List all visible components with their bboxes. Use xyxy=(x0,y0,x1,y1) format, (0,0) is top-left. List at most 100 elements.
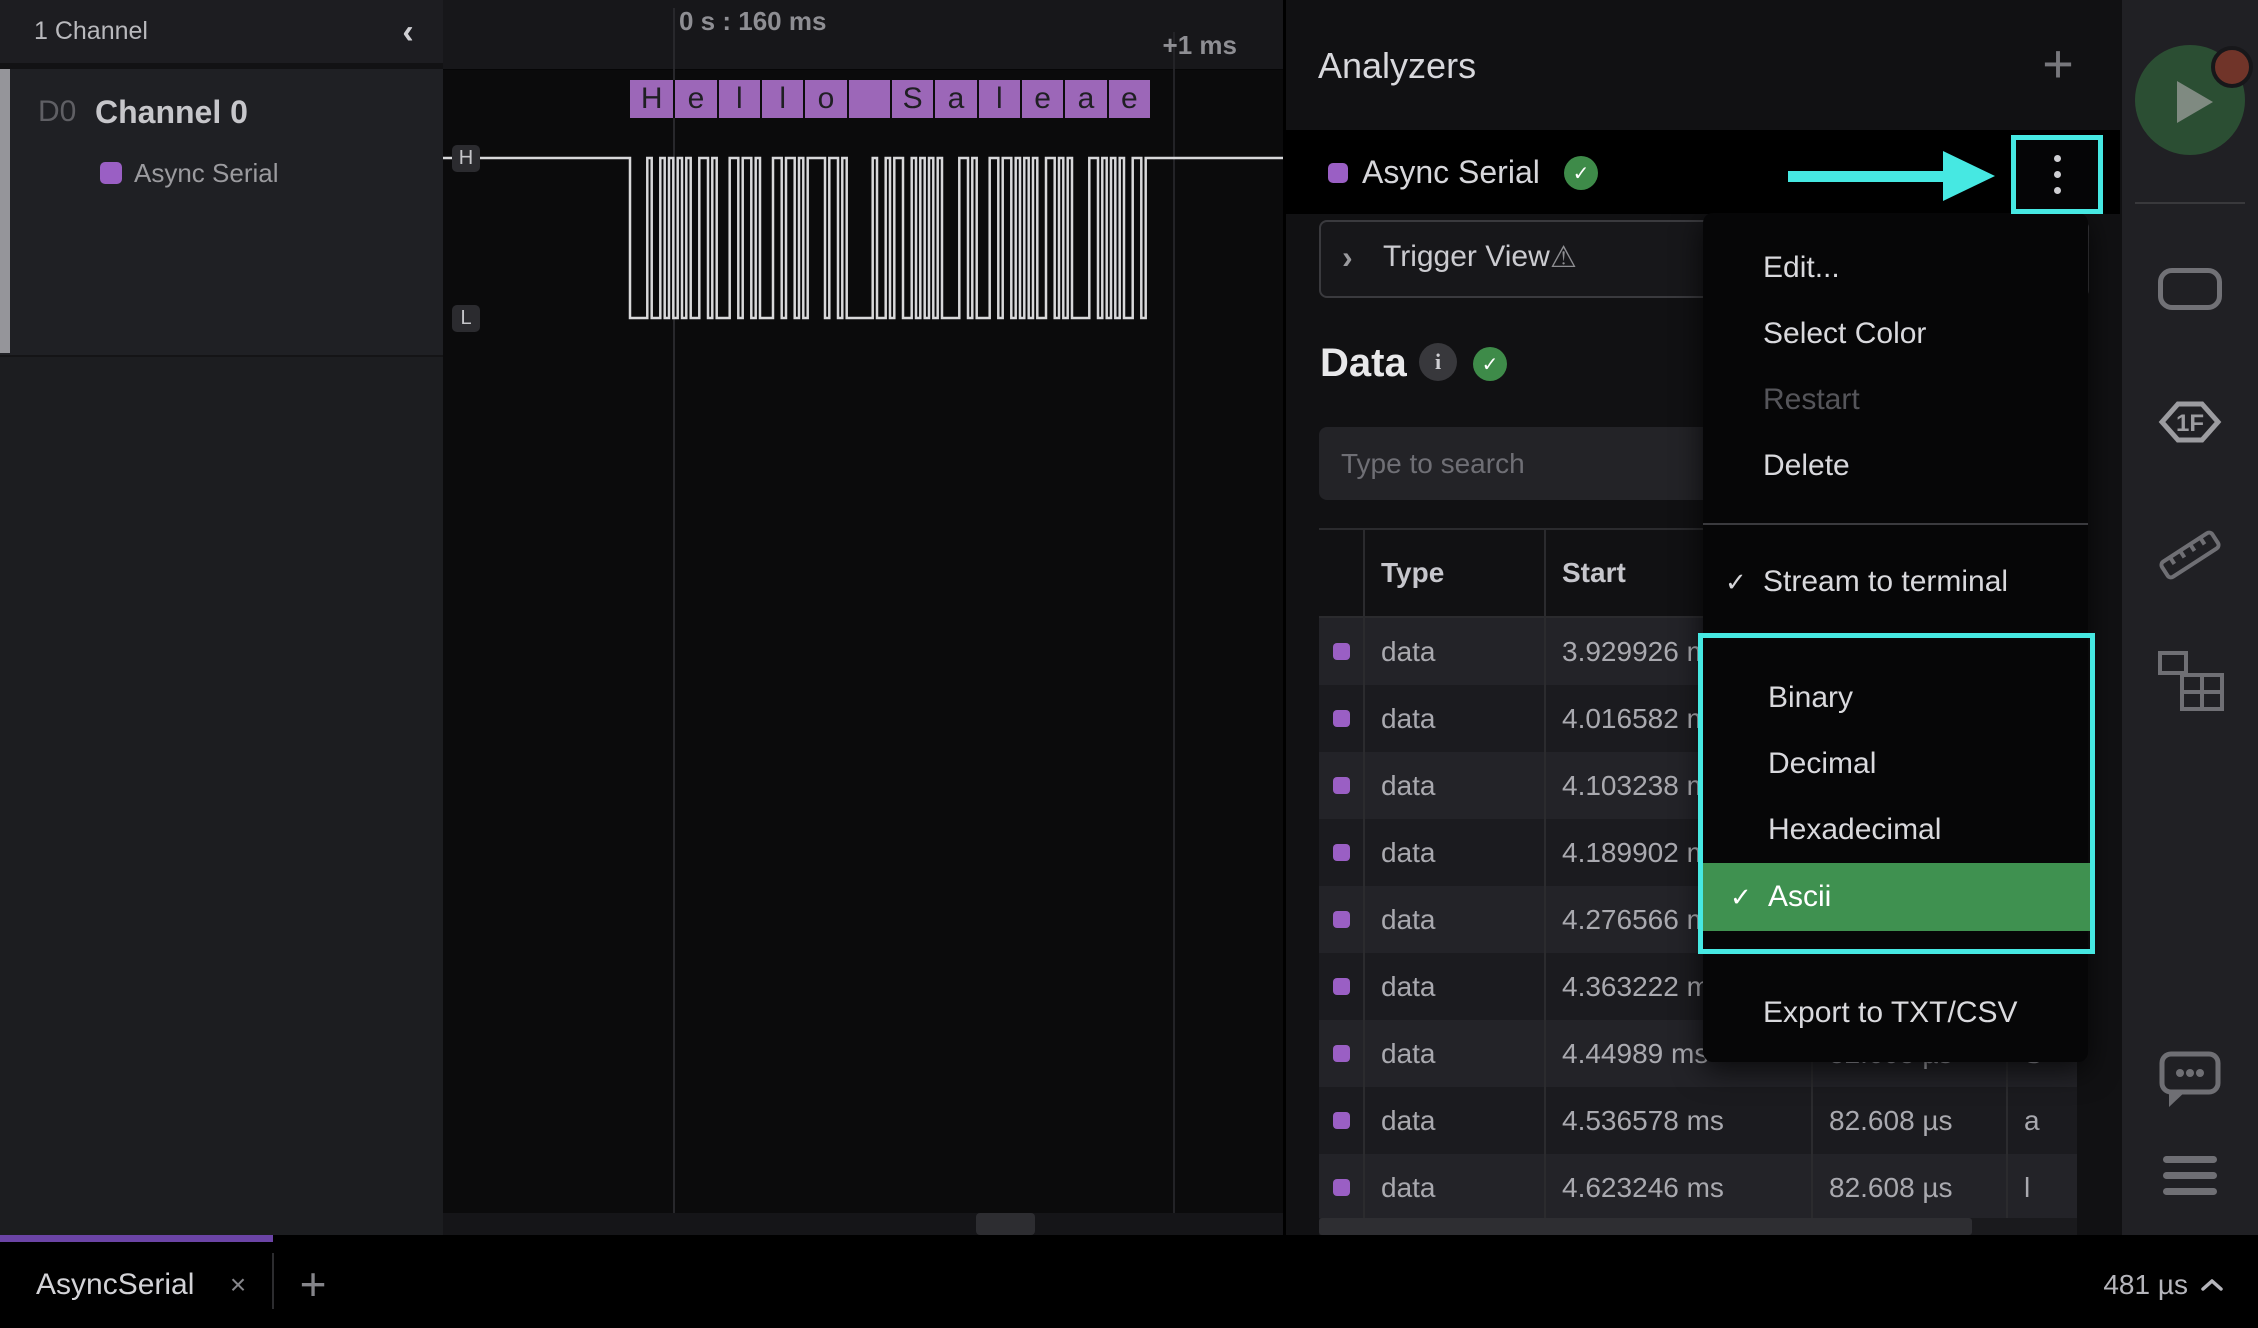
row-start-cell: 4.623246 ms xyxy=(1544,1154,1811,1221)
row-type-cell: data xyxy=(1363,752,1544,819)
row-value-cell: l xyxy=(2006,1154,2077,1221)
menu-item-label: Stream to terminal xyxy=(1763,565,2008,599)
row-color-swatch xyxy=(1333,777,1350,794)
table-hscrollbar[interactable] xyxy=(1319,1218,2077,1235)
decoded-char-bubble: H xyxy=(630,80,673,118)
row-swatch-cell xyxy=(1319,1087,1363,1154)
logic-analyzer-window: 1 Channel ‹ D0 Channel 0 Async Serial 0 … xyxy=(0,0,2258,1328)
row-swatch-cell xyxy=(1319,752,1363,819)
kebab-icon xyxy=(2054,187,2061,194)
extensions-icon[interactable] xyxy=(2157,650,2225,712)
tab-asyncserial[interactable]: AsyncSerial xyxy=(36,1242,194,1328)
row-color-swatch xyxy=(1333,710,1350,727)
menu-item-delete[interactable]: Delete xyxy=(1703,433,2088,499)
digital-waveform xyxy=(443,0,1283,1235)
chat-icon[interactable] xyxy=(2158,1050,2222,1110)
row-color-swatch xyxy=(1333,844,1350,861)
menu-item-export[interactable]: Export to TXT/CSV xyxy=(1703,980,2088,1046)
menu-bar xyxy=(2163,1188,2217,1195)
analyzer-color-swatch xyxy=(1328,163,1348,183)
trigger-1f-icon[interactable]: 1F xyxy=(2154,396,2226,448)
row-color-swatch xyxy=(1333,911,1350,928)
table-hscrollbar-thumb[interactable] xyxy=(1319,1218,1972,1235)
row-type-cell: data xyxy=(1363,685,1544,752)
kebab-icon xyxy=(2054,155,2061,162)
menu-bar xyxy=(2163,1172,2217,1179)
menu-item-ascii[interactable]: ✓ Ascii xyxy=(1703,863,2090,931)
new-tab-button[interactable]: + xyxy=(288,1242,338,1326)
waveform-hscrollbar-thumb[interactable] xyxy=(976,1213,1035,1235)
menu-item-select-color[interactable]: Select Color xyxy=(1703,301,2088,367)
decoded-char-bubble: o xyxy=(803,80,846,118)
analyzer-ok-icon: ✓ xyxy=(1564,156,1598,190)
analyzer-context-menu: Edit... Select Color Restart Delete ✓ St… xyxy=(1703,213,2088,1062)
row-swatch-cell xyxy=(1319,1154,1363,1221)
table-row[interactable]: data 4.623246 ms 82.608 µs l xyxy=(1319,1154,2077,1221)
channel-name-label[interactable]: Channel 0 xyxy=(95,88,248,136)
main-menu-icon[interactable] xyxy=(2163,1156,2217,1195)
analyzer-color-swatch xyxy=(100,162,122,184)
checkmark-icon: ✓ xyxy=(1725,567,1747,598)
decoded-char-bubble: S xyxy=(890,80,933,118)
sidebar-scrollbar[interactable] xyxy=(0,69,10,353)
timing-zoom-control[interactable]: 481 µs xyxy=(2103,1242,2224,1328)
row-type-cell: data xyxy=(1363,618,1544,685)
channel-count-label: 1 Channel xyxy=(34,0,148,63)
menu-bar xyxy=(2163,1156,2217,1163)
decoded-char-bubble: e xyxy=(673,80,716,118)
annotation-arrow-head xyxy=(1943,151,1995,201)
menu-item-restart: Restart xyxy=(1703,367,2088,433)
annotation-arrow xyxy=(1788,171,1945,182)
trigger-view-label: Trigger View xyxy=(1383,220,1550,294)
row-color-swatch xyxy=(1333,1112,1350,1129)
low-level-tag: L xyxy=(452,305,480,332)
sidebar-analyzer-item[interactable]: Async Serial xyxy=(100,158,279,188)
device-settings-icon[interactable] xyxy=(2158,268,2222,310)
data-ok-icon: ✓ xyxy=(1473,347,1507,381)
row-type-cell: data xyxy=(1363,1020,1544,1087)
warning-icon: ⚠ xyxy=(1550,220,1577,294)
row-type-cell: data xyxy=(1363,953,1544,1020)
tab-divider xyxy=(272,1253,274,1309)
chevron-right-icon: › xyxy=(1342,220,1353,294)
decoded-char-bubble: a xyxy=(1063,80,1106,118)
info-icon[interactable]: i xyxy=(1419,343,1457,381)
close-tab-icon[interactable]: × xyxy=(218,1242,258,1328)
menu-item-binary[interactable]: Binary xyxy=(1703,665,2090,731)
waveform-hscrollbar[interactable] xyxy=(443,1213,1283,1235)
analyzer-name-label: Async Serial xyxy=(1362,130,1540,214)
row-swatch-cell xyxy=(1319,953,1363,1020)
row-start-cell: 4.536578 ms xyxy=(1544,1087,1811,1154)
menu-item-hexadecimal[interactable]: Hexadecimal xyxy=(1703,797,2090,863)
row-swatch-cell xyxy=(1319,1020,1363,1087)
measurements-ruler-icon[interactable] xyxy=(2153,523,2227,587)
data-section-title: Data xyxy=(1320,336,1407,390)
decoded-char-bubble: e xyxy=(1020,80,1063,118)
menu-item-stream-to-terminal[interactable]: ✓ Stream to terminal xyxy=(1703,549,2088,615)
analyzer-more-options-button[interactable] xyxy=(2011,135,2103,214)
row-color-swatch xyxy=(1333,643,1350,660)
swatch-column-header xyxy=(1319,530,1363,616)
add-analyzer-button[interactable]: + xyxy=(2030,34,2086,94)
row-swatch-cell xyxy=(1319,819,1363,886)
decoded-char-bubble: a xyxy=(933,80,976,118)
menu-item-decimal[interactable]: Decimal xyxy=(1703,731,2090,797)
analyzers-title: Analyzers xyxy=(1318,0,1476,132)
row-duration-cell: 82.608 µs xyxy=(1811,1154,2006,1221)
svg-text:1F: 1F xyxy=(2176,410,2204,437)
decoded-char-bubble: l xyxy=(717,80,760,118)
waveform-view[interactable]: 0 s : 160 ms +1 ms Hello Saleae H L xyxy=(443,0,1283,1235)
decoded-char-bubble: l xyxy=(760,80,803,118)
row-swatch-cell xyxy=(1319,685,1363,752)
high-level-tag: H xyxy=(452,145,480,172)
column-header-type[interactable]: Type xyxy=(1363,530,1544,616)
row-type-cell: data xyxy=(1363,886,1544,953)
row-swatch-cell xyxy=(1319,618,1363,685)
row-color-swatch xyxy=(1333,1045,1350,1062)
active-tab-indicator xyxy=(0,1235,273,1242)
table-row[interactable]: data 4.536578 ms 82.608 µs a xyxy=(1319,1087,2077,1154)
menu-separator xyxy=(1703,523,2088,525)
checkmark-icon: ✓ xyxy=(1730,882,1752,913)
collapse-sidebar-icon[interactable]: ‹ xyxy=(388,12,428,52)
menu-item-edit[interactable]: Edit... xyxy=(1703,235,2088,301)
